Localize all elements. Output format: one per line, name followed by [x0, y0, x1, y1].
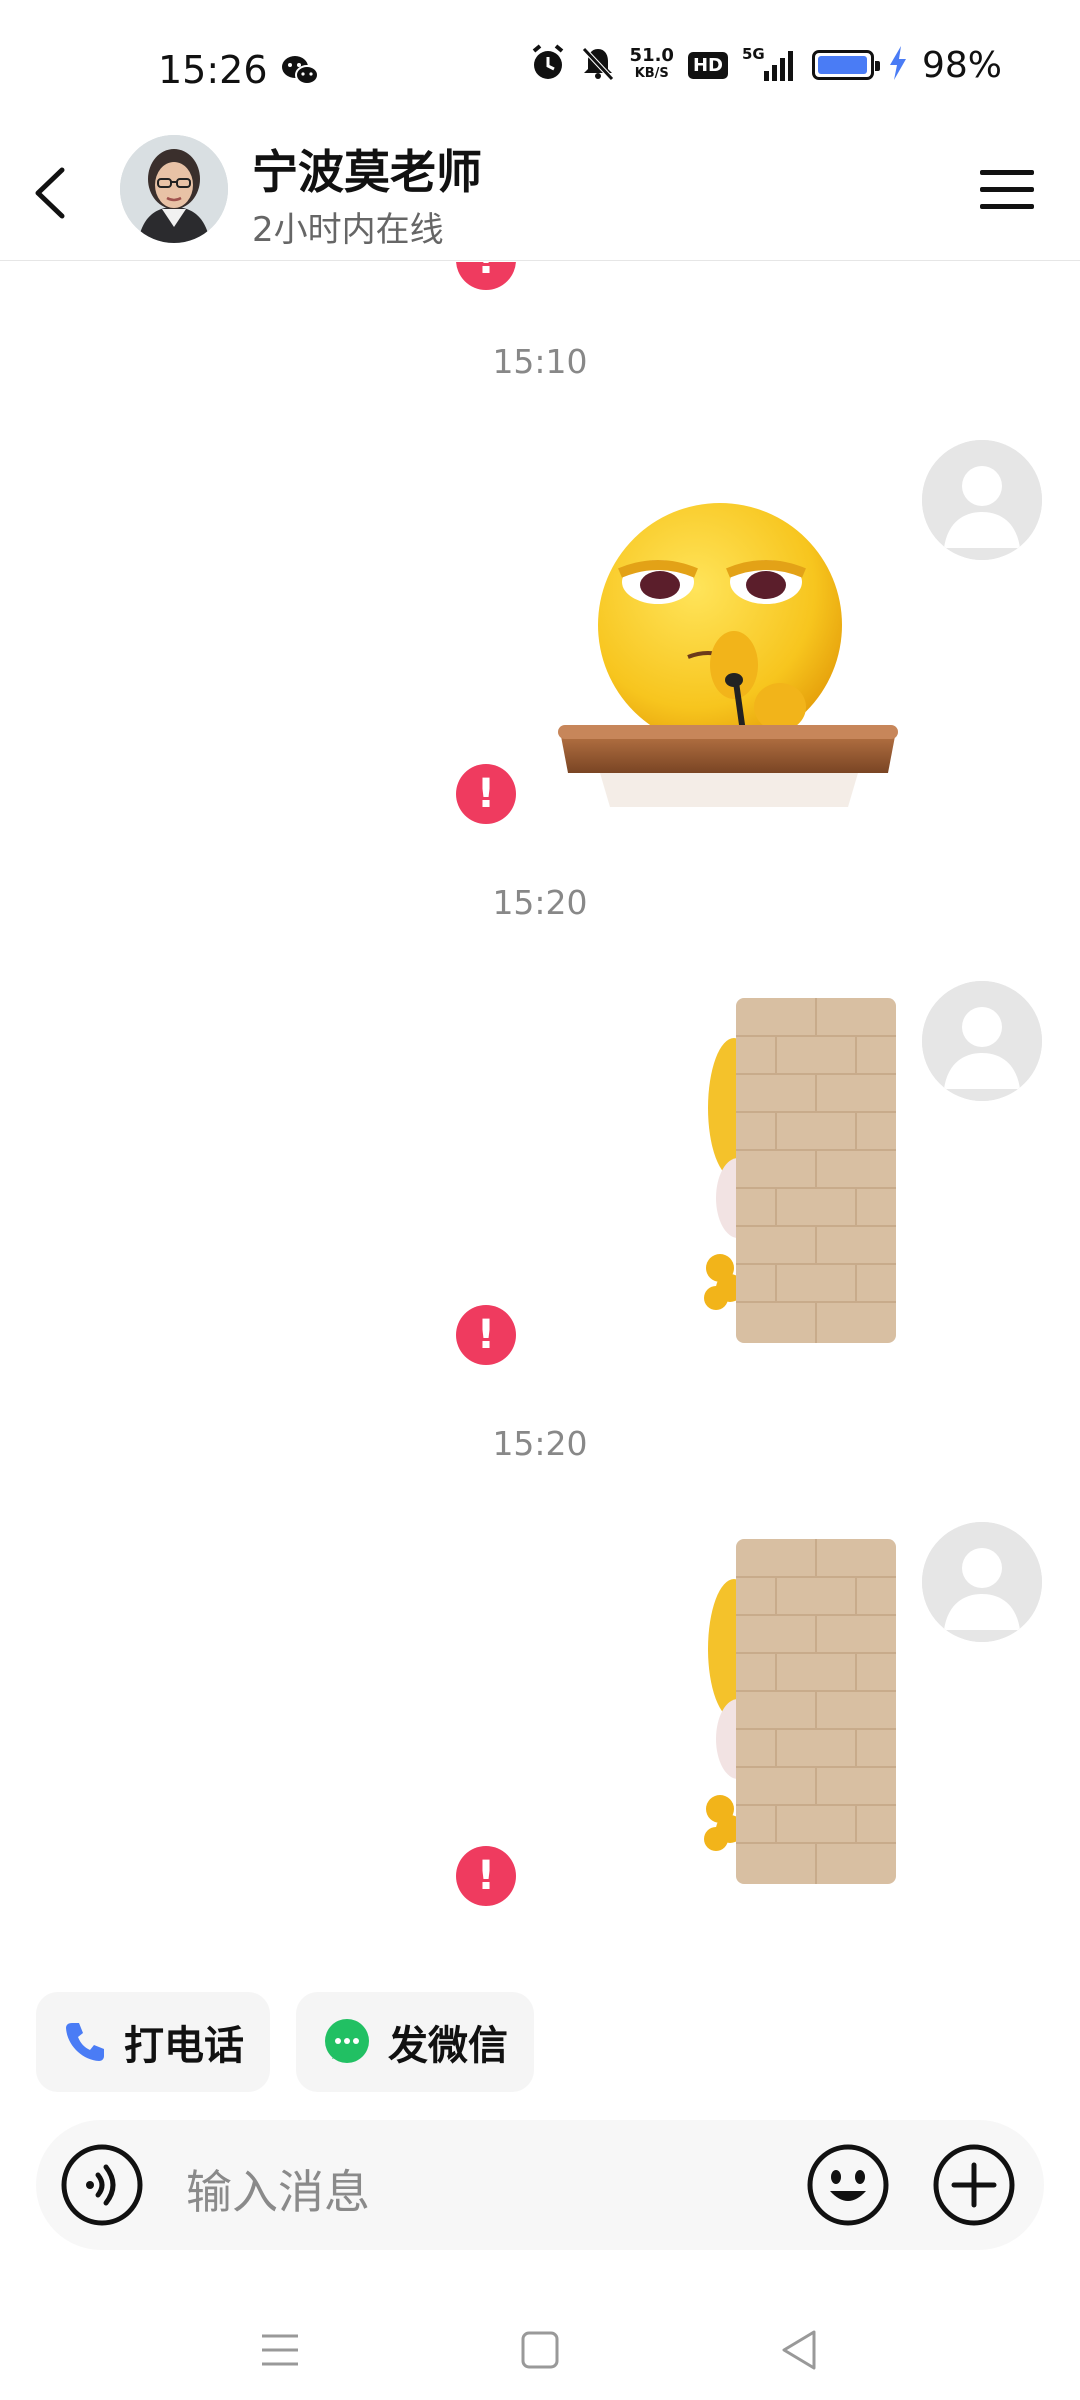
system-back-button[interactable]	[770, 2320, 830, 2380]
back-button[interactable]	[22, 158, 82, 228]
charging-icon	[888, 45, 908, 85]
send-failed-icon[interactable]: !	[456, 1846, 516, 1906]
chat-header: 宁波莫老师 2小时内在线	[0, 130, 1080, 261]
hd-badge: HD	[687, 51, 728, 79]
plus-icon	[933, 2144, 1015, 2226]
default-avatar-icon	[922, 1522, 1042, 1642]
battery-icon	[811, 50, 880, 80]
online-status: 2小时内在线	[252, 210, 444, 250]
more-options-button[interactable]	[932, 2143, 1016, 2227]
battery-percent: 98%	[921, 44, 1002, 86]
wechat-chat-icon	[325, 2019, 369, 2063]
voice-input-button[interactable]	[60, 2143, 144, 2227]
my-avatar[interactable]	[922, 440, 1042, 560]
wechat-icon	[280, 54, 320, 92]
chat-message-list[interactable]: ! 15:10	[0, 262, 1080, 1962]
sticker-emoji-podium[interactable]	[548, 477, 908, 817]
status-time: 15:26	[158, 48, 268, 92]
send-failed-icon[interactable]: !	[456, 262, 516, 290]
voice-icon	[61, 2144, 143, 2226]
square-icon	[521, 2331, 559, 2369]
sticker-peeking-wall[interactable]	[686, 998, 896, 1348]
default-avatar-icon	[922, 981, 1042, 1101]
triangle-back-icon	[782, 2330, 816, 2370]
back-arrow-icon	[35, 167, 65, 219]
contact-name: 宁波莫老师	[252, 145, 482, 199]
alarm-icon	[530, 44, 566, 86]
status-bar: 15:26 51.0 KB/S HD 5G 98%	[0, 0, 1080, 130]
message-timestamp: 15:10	[492, 342, 588, 381]
system-navigation-bar	[0, 2300, 1080, 2400]
message-input-bar: 输入消息	[36, 2120, 1044, 2250]
call-button[interactable]: 打电话	[36, 1992, 270, 2092]
signal-icon: 5G	[742, 45, 798, 83]
sticker-peeking-wall[interactable]	[686, 1539, 896, 1889]
home-button[interactable]	[510, 2320, 570, 2380]
phone-icon	[66, 2023, 104, 2061]
quick-actions: 打电话 发微信	[36, 1992, 534, 2092]
hamburger-menu-icon	[980, 170, 1034, 209]
send-failed-icon[interactable]: !	[456, 1305, 516, 1365]
contact-avatar[interactable]	[120, 135, 228, 243]
default-avatar-icon	[922, 440, 1042, 560]
recent-apps-button[interactable]	[250, 2320, 310, 2380]
my-avatar[interactable]	[922, 981, 1042, 1101]
emoji-button[interactable]	[806, 2143, 890, 2227]
message-timestamp: 15:20	[492, 1424, 588, 1463]
wechat-label: 发微信	[388, 2023, 508, 2069]
my-avatar[interactable]	[922, 1522, 1042, 1642]
menu-lines-icon	[262, 2334, 298, 2366]
send-wechat-button[interactable]: 发微信	[296, 1992, 534, 2092]
emoji-icon	[807, 2144, 889, 2226]
mute-icon	[580, 45, 616, 85]
message-input[interactable]: 输入消息	[186, 2156, 370, 2222]
network-speed: 51.0 KB/S	[629, 45, 674, 82]
message-timestamp: 15:20	[492, 883, 588, 922]
call-label: 打电话	[124, 2023, 244, 2069]
send-failed-icon[interactable]: !	[456, 764, 516, 824]
menu-button[interactable]	[978, 162, 1036, 218]
